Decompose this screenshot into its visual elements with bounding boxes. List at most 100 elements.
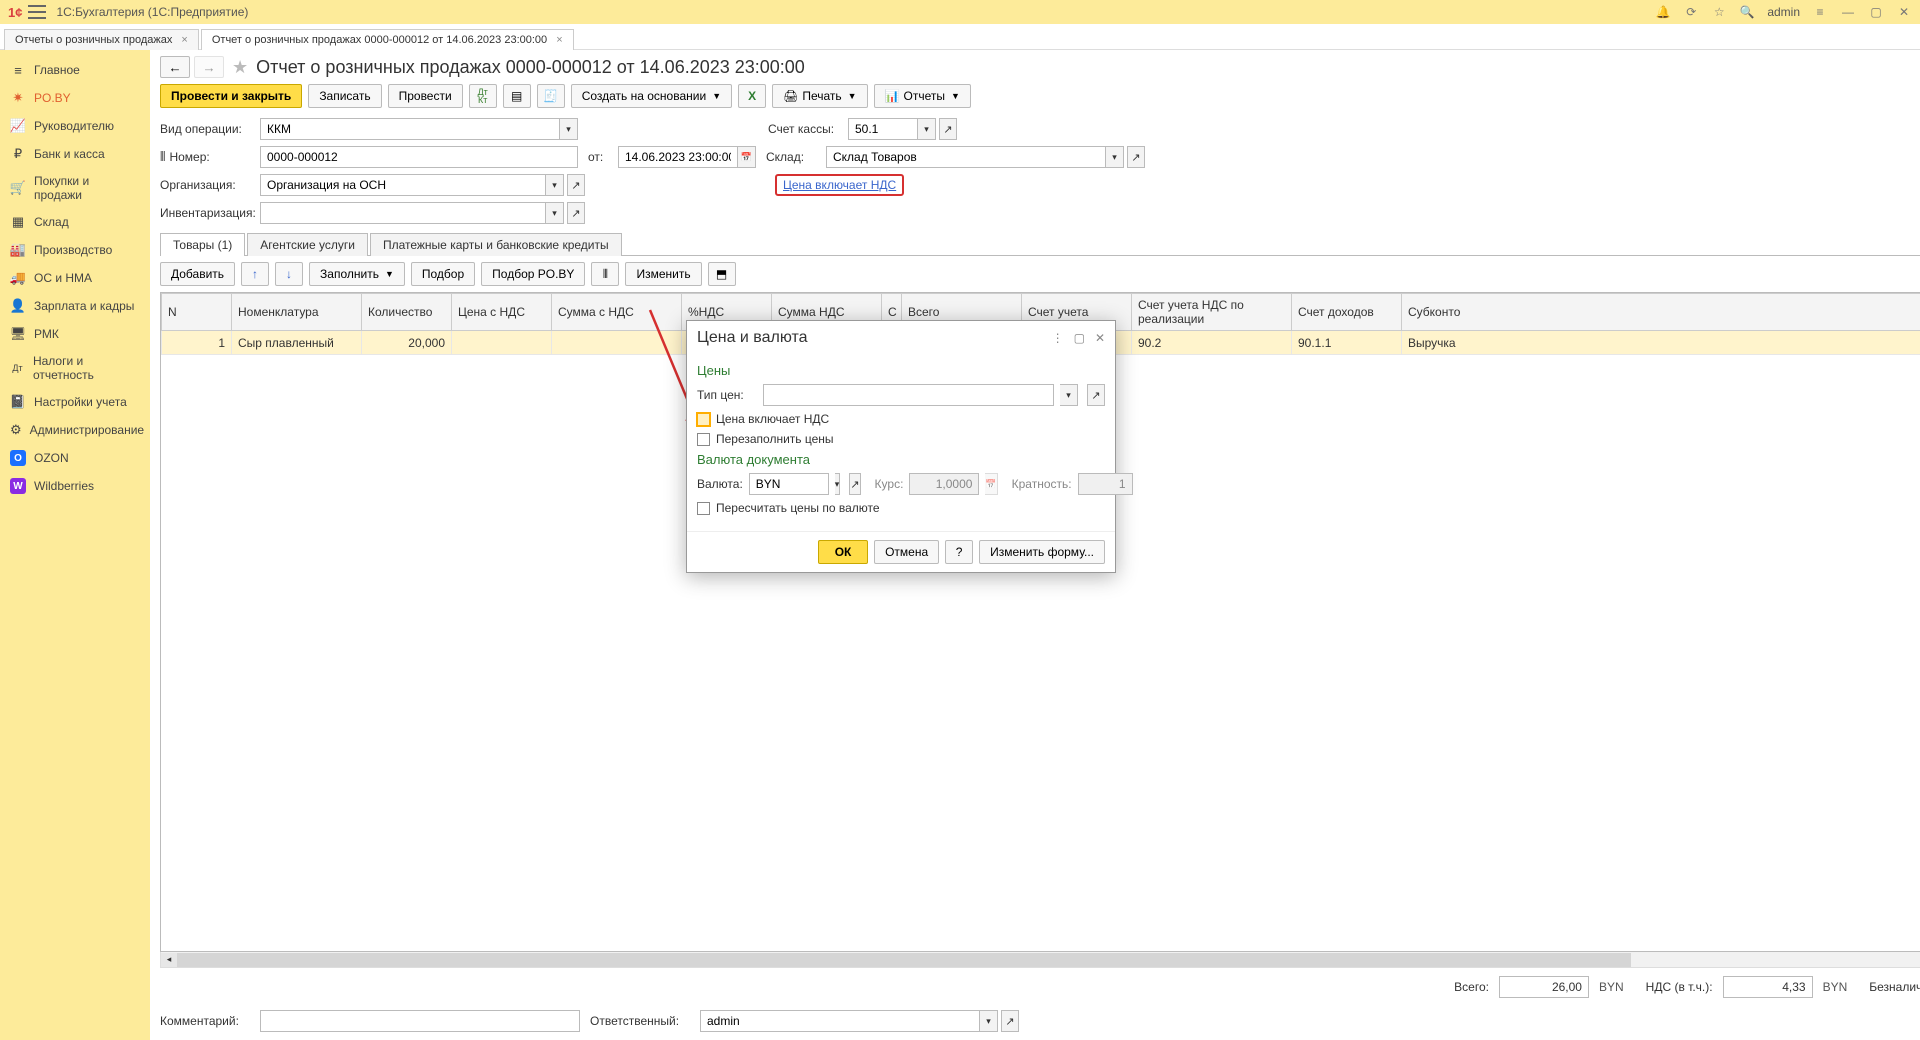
tab-close-icon[interactable]: × — [556, 34, 562, 46]
sidebar-item[interactable]: ₽Банк и касса — [0, 140, 150, 168]
horizontal-scrollbar[interactable]: ◂ ▸ — [160, 952, 1920, 968]
debit-credit-icon[interactable]: ДтКт — [469, 84, 497, 108]
pick-poby-button[interactable]: Подбор PO.BY — [481, 262, 585, 286]
price-incl-vat-checkbox[interactable] — [697, 413, 710, 426]
col-vatacc[interactable]: Счет учета НДС по реализации — [1132, 294, 1292, 331]
sidebar-item[interactable]: ✷PO.BY — [0, 84, 150, 112]
menu-burger-icon[interactable] — [28, 5, 46, 19]
cell-price[interactable] — [452, 331, 552, 355]
col-n[interactable]: N — [162, 294, 232, 331]
post-button[interactable]: Провести — [388, 84, 463, 108]
user-label[interactable]: admin — [1767, 5, 1800, 19]
calendar-icon[interactable]: 📅 — [985, 473, 997, 495]
sidebar-item[interactable]: 🖥РМК — [0, 320, 150, 348]
ok-button[interactable]: ОК — [818, 540, 868, 564]
nav-forward-button[interactable]: → — [194, 56, 224, 78]
open-ref-icon[interactable]: ↗ — [939, 118, 957, 140]
col-subconto[interactable]: Субконто — [1402, 294, 1920, 331]
dialog-help-button[interactable]: ? — [945, 540, 973, 564]
dialog-maximize-icon[interactable]: ▢ — [1074, 331, 1085, 345]
date-field[interactable] — [618, 146, 738, 168]
currency-field[interactable] — [749, 473, 829, 495]
oper-type-field[interactable] — [260, 118, 560, 140]
dropdown-icon[interactable]: ▾ — [835, 473, 841, 495]
cell-income[interactable]: 90.1.1 — [1292, 331, 1402, 355]
move-up-icon[interactable]: ↑ — [241, 262, 269, 286]
close-icon[interactable]: ✕ — [1896, 4, 1912, 20]
refill-prices-checkbox[interactable] — [697, 433, 710, 446]
dialog-close-icon[interactable]: ✕ — [1095, 331, 1105, 345]
dropdown-icon[interactable]: ▾ — [1060, 384, 1078, 406]
inventory-field[interactable] — [260, 202, 546, 224]
sidebar-item[interactable]: 🚚ОС и НМА — [0, 264, 150, 292]
cell-subconto[interactable]: Выручка — [1402, 331, 1920, 355]
sidebar-item[interactable]: ≡Главное — [0, 56, 150, 84]
dialog-menu-icon[interactable]: ⋮ — [1052, 331, 1064, 345]
excel-icon[interactable]: X — [738, 84, 766, 108]
save-button[interactable]: Записать — [308, 84, 381, 108]
sidebar-item[interactable]: ⚙Администрирование — [0, 416, 150, 444]
cell-qty[interactable]: 20,000 — [362, 331, 452, 355]
import-icon[interactable]: ⬒ — [708, 262, 736, 286]
post-close-button[interactable]: Провести и закрыть — [160, 84, 302, 108]
sidebar-item[interactable]: 📓Настройки учета — [0, 388, 150, 416]
doc-tab[interactable]: Отчеты о розничных продажах × — [4, 29, 199, 50]
dialog-titlebar[interactable]: Цена и валюта ⋮ ▢ ✕ — [687, 321, 1115, 355]
recalc-checkbox[interactable] — [697, 502, 710, 515]
price-includes-vat-link[interactable]: Цена включает НДС — [783, 178, 896, 192]
cell-sum[interactable] — [552, 331, 682, 355]
col-item[interactable]: Номенклатура — [232, 294, 362, 331]
sidebar-item[interactable]: ДтНалоги и отчетность — [0, 348, 150, 388]
sidebar-item[interactable]: 🛒Покупки и продажи — [0, 168, 150, 208]
bell-icon[interactable]: 🔔 — [1655, 4, 1671, 20]
doc-tab[interactable]: Отчет о розничных продажах 0000-000012 о… — [201, 29, 574, 50]
cell-vatacc[interactable]: 90.2 — [1132, 331, 1292, 355]
add-row-button[interactable]: Добавить — [160, 262, 235, 286]
open-ref-icon[interactable]: ↗ — [1127, 146, 1145, 168]
inner-tab-agent[interactable]: Агентские услуги — [247, 233, 368, 256]
sidebar-item[interactable]: 📈Руководителю — [0, 112, 150, 140]
open-ref-icon[interactable]: ↗ — [849, 473, 860, 495]
fill-button[interactable]: Заполнить▼ — [309, 262, 405, 286]
price-link-highlight[interactable]: Цена включает НДС — [775, 174, 904, 196]
col-sum[interactable]: Сумма с НДС — [552, 294, 682, 331]
number-field[interactable] — [260, 146, 578, 168]
responsible-field[interactable] — [700, 1010, 980, 1032]
open-ref-icon[interactable]: ↗ — [1087, 384, 1105, 406]
col-price[interactable]: Цена с НДС — [452, 294, 552, 331]
calendar-icon[interactable]: 📅 — [738, 146, 756, 168]
col-qty[interactable]: Количество — [362, 294, 452, 331]
scroll-left-icon[interactable]: ◂ — [161, 953, 177, 967]
barcode-scan-icon[interactable]: ⫴ — [591, 262, 619, 286]
sidebar-item[interactable]: WWildberries — [0, 472, 150, 500]
inner-tab-cards[interactable]: Платежные карты и банковские кредиты — [370, 233, 622, 256]
search-icon[interactable]: 🔍 — [1739, 4, 1755, 20]
reports-button[interactable]: 📊 Отчеты▼ — [874, 84, 971, 108]
col-income[interactable]: Счет доходов — [1292, 294, 1402, 331]
options-icon[interactable]: ≡ — [1812, 4, 1828, 20]
history-icon[interactable]: ⟳ — [1683, 4, 1699, 20]
dropdown-icon[interactable]: ▾ — [918, 118, 936, 140]
structure-icon[interactable]: ▤ — [503, 84, 531, 108]
move-down-icon[interactable]: ↓ — [275, 262, 303, 286]
cash-acc-field[interactable] — [848, 118, 918, 140]
pick-button[interactable]: Подбор — [411, 262, 475, 286]
dropdown-icon[interactable]: ▾ — [560, 118, 578, 140]
sidebar-item[interactable]: 🏭Производство — [0, 236, 150, 264]
open-ref-icon[interactable]: ↗ — [567, 202, 585, 224]
dropdown-icon[interactable]: ▾ — [980, 1010, 998, 1032]
change-button[interactable]: Изменить — [625, 262, 701, 286]
sidebar-item[interactable]: 👤Зарплата и кадры — [0, 292, 150, 320]
price-type-field[interactable] — [763, 384, 1054, 406]
cancel-button[interactable]: Отмена — [874, 540, 939, 564]
open-ref-icon[interactable]: ↗ — [567, 174, 585, 196]
inner-tab-goods[interactable]: Товары (1) — [160, 233, 245, 256]
cell-item[interactable]: Сыр плавленный — [232, 331, 362, 355]
org-field[interactable] — [260, 174, 546, 196]
change-form-button[interactable]: Изменить форму... — [979, 540, 1105, 564]
comment-field[interactable] — [260, 1010, 580, 1032]
dropdown-icon[interactable]: ▾ — [546, 202, 564, 224]
minimize-icon[interactable]: — — [1840, 4, 1856, 20]
sidebar-item[interactable]: ▦Склад — [0, 208, 150, 236]
open-ref-icon[interactable]: ↗ — [1001, 1010, 1019, 1032]
